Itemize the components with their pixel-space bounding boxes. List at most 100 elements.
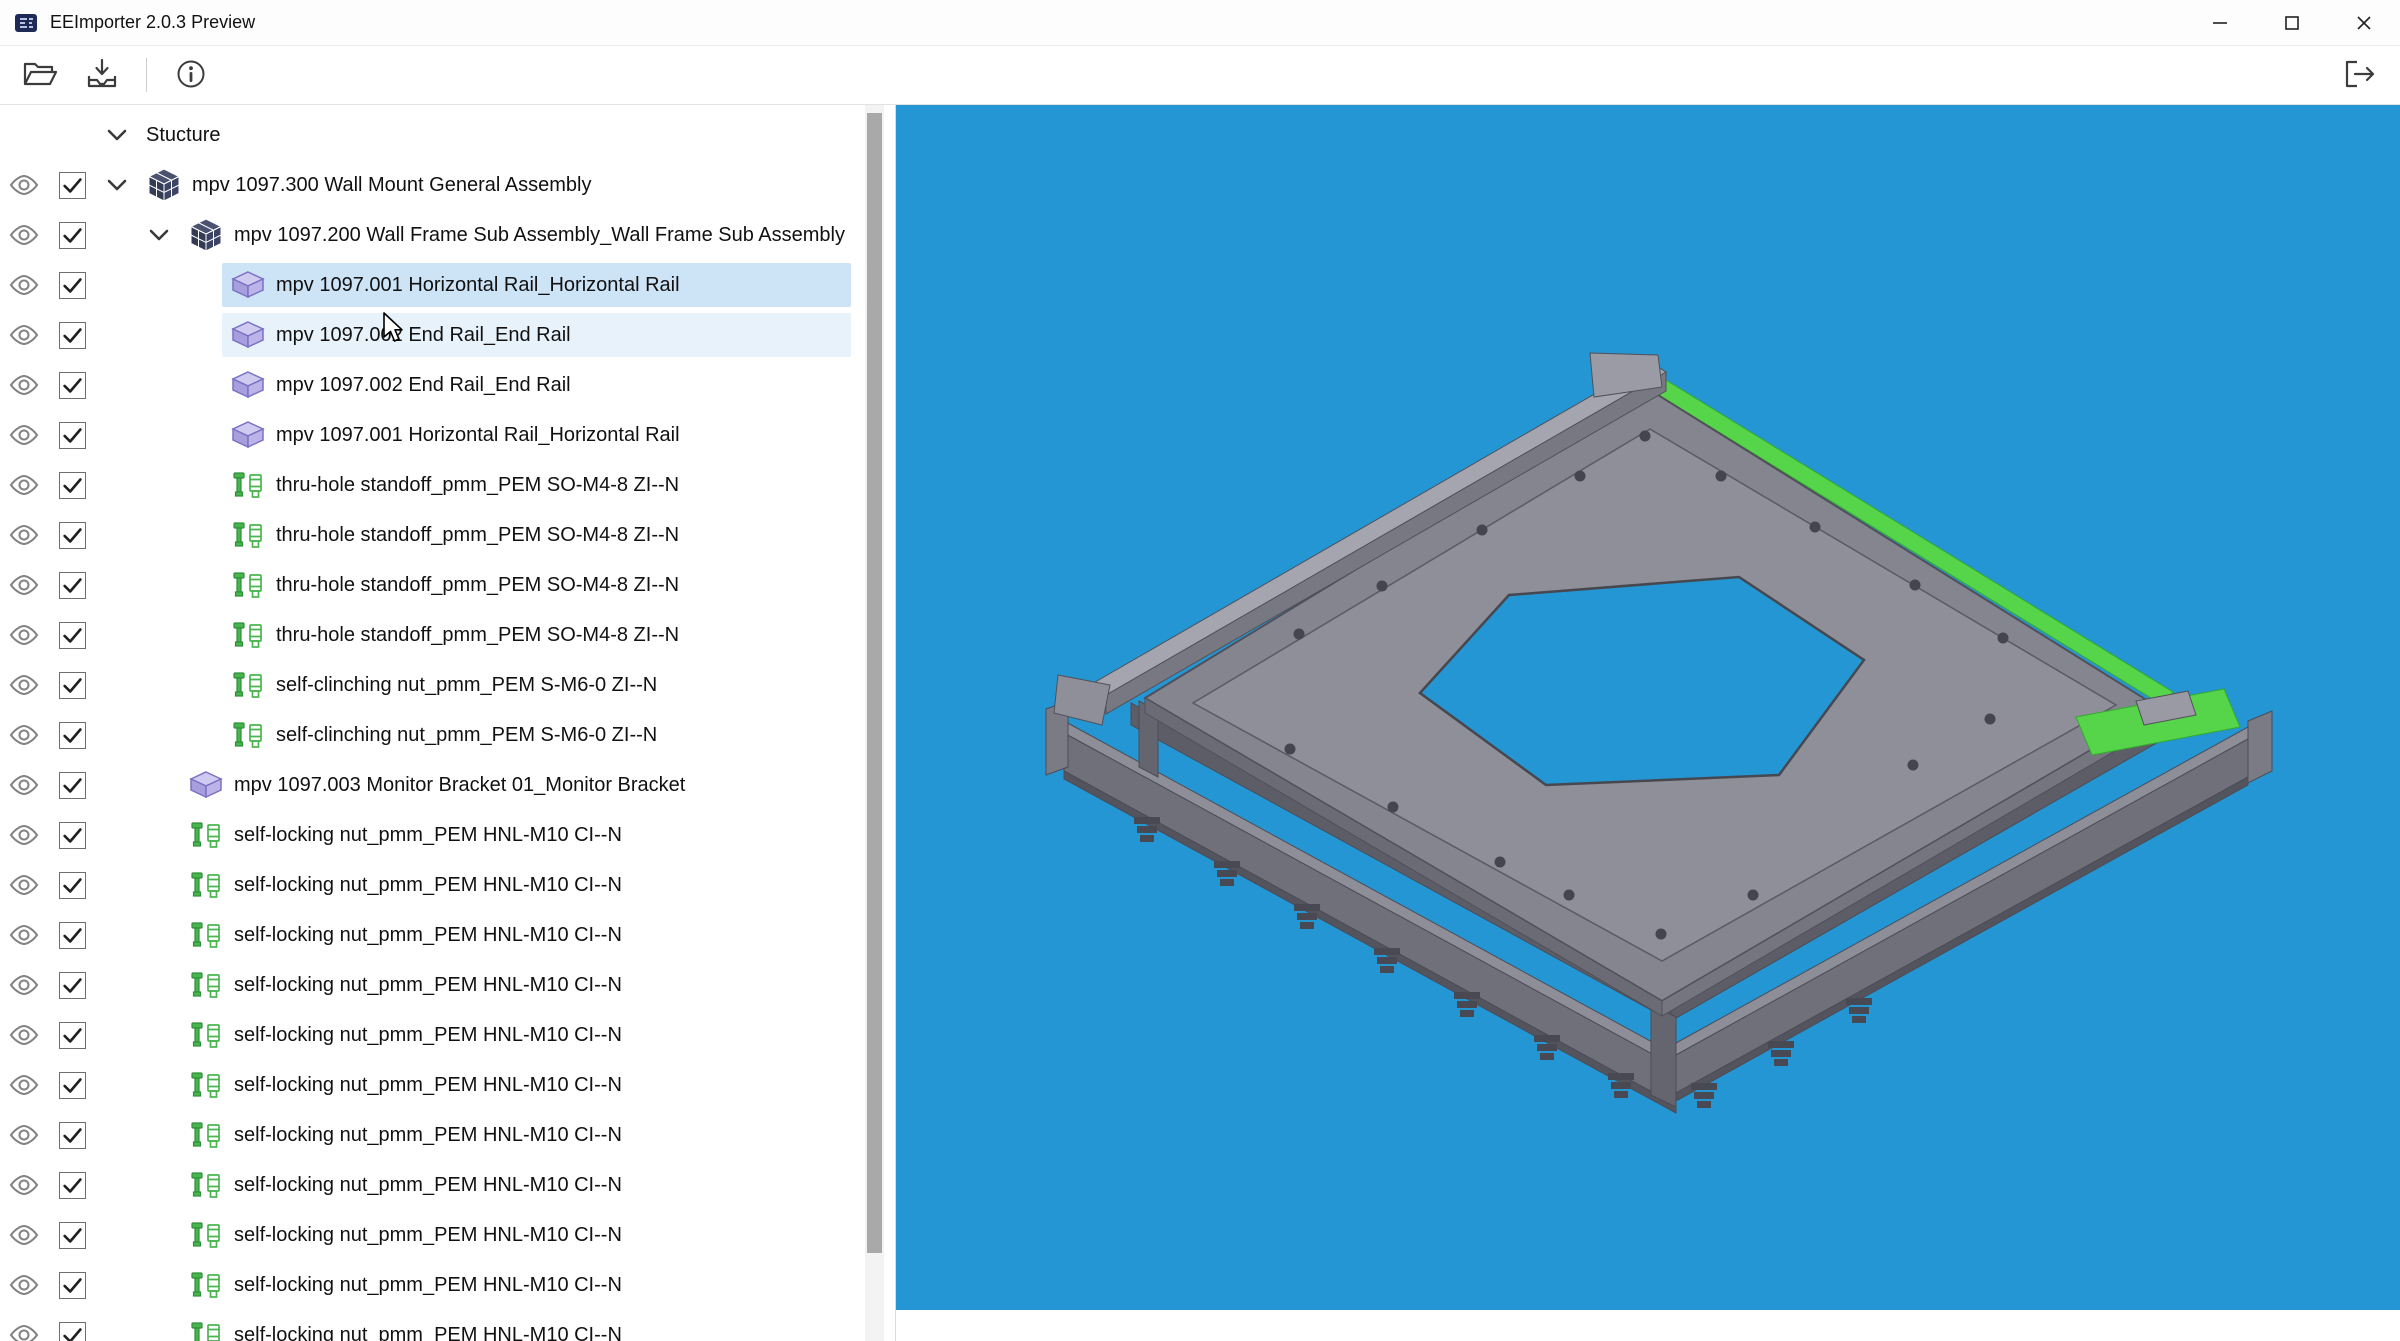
tree-row[interactable]: mpv 1097.001 Horizontal Rail_Horizontal …	[0, 260, 863, 310]
row-checkbox[interactable]	[58, 621, 86, 649]
visibility-eye-icon[interactable]	[0, 524, 48, 546]
visibility-eye-icon[interactable]	[0, 174, 48, 196]
tree-row[interactable]: thru-hole standoff_pmm_PEM SO-M4-8 ZI--N	[0, 560, 863, 610]
fastener-icon	[230, 618, 266, 652]
tree-row[interactable]: self-locking nut_pmm_PEM HNL-M10 CI--N	[0, 860, 863, 910]
visibility-eye-icon[interactable]	[0, 774, 48, 796]
fastener-icon	[230, 518, 266, 552]
row-checkbox[interactable]	[58, 321, 86, 349]
row-checkbox[interactable]	[58, 421, 86, 449]
visibility-eye-icon[interactable]	[0, 924, 48, 946]
tree-row[interactable]: mpv 1097.003 Monitor Bracket 01_Monitor …	[0, 760, 863, 810]
row-checkbox[interactable]	[58, 521, 86, 549]
tree-scrollbar[interactable]	[865, 105, 884, 1341]
app-logo-icon	[14, 11, 38, 35]
row-checkbox[interactable]	[58, 1171, 86, 1199]
row-checkbox[interactable]	[58, 771, 86, 799]
part-icon	[230, 369, 266, 401]
tree-row[interactable]: self-locking nut_pmm_PEM HNL-M10 CI--N	[0, 1160, 863, 1210]
row-checkbox[interactable]	[58, 471, 86, 499]
tree-row[interactable]: self-clinching nut_pmm_PEM S-M6-0 ZI--N	[0, 710, 863, 760]
assembly-icon	[188, 217, 224, 253]
tree-row[interactable]: self-locking nut_pmm_PEM HNL-M10 CI--N	[0, 1310, 863, 1341]
visibility-eye-icon[interactable]	[0, 974, 48, 996]
visibility-eye-icon[interactable]	[0, 1024, 48, 1046]
tree-row[interactable]: mpv 1097.002 End Rail_End Rail	[0, 360, 863, 410]
row-checkbox[interactable]	[58, 921, 86, 949]
close-button[interactable]	[2328, 0, 2400, 46]
tree-row[interactable]: mpv 1097.001 Horizontal Rail_Horizontal …	[0, 410, 863, 460]
row-checkbox[interactable]	[58, 171, 86, 199]
export-button[interactable]	[2334, 51, 2386, 99]
row-checkbox[interactable]	[58, 1071, 86, 1099]
row-checkbox[interactable]	[58, 1271, 86, 1299]
tree-row[interactable]: mpv 1097.200 Wall Frame Sub Assembly_Wal…	[0, 210, 863, 260]
open-folder-button[interactable]	[14, 51, 66, 99]
tree-row[interactable]: self-locking nut_pmm_PEM HNL-M10 CI--N	[0, 910, 863, 960]
tree-item-label: self-locking nut_pmm_PEM HNL-M10 CI--N	[234, 973, 622, 996]
row-checkbox[interactable]	[58, 821, 86, 849]
row-checkbox[interactable]	[58, 1221, 86, 1249]
tree-row[interactable]: thru-hole standoff_pmm_PEM SO-M4-8 ZI--N	[0, 460, 863, 510]
tree-row[interactable]: mpv 1097.300 Wall Mount General Assembly	[0, 160, 863, 210]
visibility-eye-icon[interactable]	[0, 1074, 48, 1096]
tree-item-label: self-clinching nut_pmm_PEM S-M6-0 ZI--N	[276, 723, 658, 746]
import-button[interactable]	[76, 51, 128, 99]
visibility-eye-icon[interactable]	[0, 424, 48, 446]
maximize-button[interactable]	[2256, 0, 2328, 46]
chevron-down-icon[interactable]	[96, 178, 138, 192]
chevron-down-icon[interactable]	[138, 228, 180, 242]
row-checkbox[interactable]	[58, 221, 86, 249]
tree-row[interactable]: self-locking nut_pmm_PEM HNL-M10 CI--N	[0, 1260, 863, 1310]
model-render[interactable]	[896, 105, 2400, 1341]
tree-item-label: self-locking nut_pmm_PEM HNL-M10 CI--N	[234, 1223, 622, 1246]
3d-viewport[interactable]	[896, 105, 2400, 1341]
row-checkbox[interactable]	[58, 971, 86, 999]
row-checkbox[interactable]	[58, 1121, 86, 1149]
minimize-button[interactable]	[2184, 0, 2256, 46]
fastener-icon	[188, 1018, 224, 1052]
row-checkbox[interactable]	[58, 571, 86, 599]
visibility-eye-icon[interactable]	[0, 224, 48, 246]
tree-row[interactable]: self-locking nut_pmm_PEM HNL-M10 CI--N	[0, 1010, 863, 1060]
visibility-eye-icon[interactable]	[0, 1324, 48, 1341]
visibility-eye-icon[interactable]	[0, 374, 48, 396]
visibility-eye-icon[interactable]	[0, 874, 48, 896]
row-checkbox[interactable]	[58, 1021, 86, 1049]
tree-row[interactable]: self-locking nut_pmm_PEM HNL-M10 CI--N	[0, 810, 863, 860]
fastener-icon	[230, 668, 266, 702]
part-icon	[230, 319, 266, 351]
tree-row[interactable]: self-clinching nut_pmm_PEM S-M6-0 ZI--N	[0, 660, 863, 710]
tree-row[interactable]: self-locking nut_pmm_PEM HNL-M10 CI--N	[0, 1060, 863, 1110]
tree-row[interactable]: mpv 1097.002 End Rail_End Rail	[0, 310, 863, 360]
fastener-icon	[188, 918, 224, 952]
row-checkbox[interactable]	[58, 1321, 86, 1341]
row-checkbox[interactable]	[58, 871, 86, 899]
chevron-down-icon[interactable]	[96, 128, 138, 142]
visibility-eye-icon[interactable]	[0, 574, 48, 596]
row-checkbox[interactable]	[58, 721, 86, 749]
visibility-eye-icon[interactable]	[0, 724, 48, 746]
visibility-eye-icon[interactable]	[0, 1224, 48, 1246]
row-checkbox[interactable]	[58, 671, 86, 699]
tree-row[interactable]: Stucture	[0, 110, 863, 160]
scrollbar-thumb[interactable]	[867, 113, 882, 1253]
visibility-eye-icon[interactable]	[0, 1274, 48, 1296]
visibility-eye-icon[interactable]	[0, 1124, 48, 1146]
tree-row[interactable]: thru-hole standoff_pmm_PEM SO-M4-8 ZI--N	[0, 510, 863, 560]
tree-row[interactable]: self-locking nut_pmm_PEM HNL-M10 CI--N	[0, 960, 863, 1010]
visibility-eye-icon[interactable]	[0, 824, 48, 846]
visibility-eye-icon[interactable]	[0, 1174, 48, 1196]
row-checkbox[interactable]	[58, 271, 86, 299]
visibility-eye-icon[interactable]	[0, 674, 48, 696]
fastener-icon	[188, 1068, 224, 1102]
tree-row[interactable]: self-locking nut_pmm_PEM HNL-M10 CI--N	[0, 1210, 863, 1260]
row-checkbox[interactable]	[58, 371, 86, 399]
tree-row[interactable]: self-locking nut_pmm_PEM HNL-M10 CI--N	[0, 1110, 863, 1160]
info-button[interactable]	[165, 51, 217, 99]
visibility-eye-icon[interactable]	[0, 474, 48, 496]
tree-row[interactable]: thru-hole standoff_pmm_PEM SO-M4-8 ZI--N	[0, 610, 863, 660]
visibility-eye-icon[interactable]	[0, 324, 48, 346]
visibility-eye-icon[interactable]	[0, 274, 48, 296]
visibility-eye-icon[interactable]	[0, 624, 48, 646]
